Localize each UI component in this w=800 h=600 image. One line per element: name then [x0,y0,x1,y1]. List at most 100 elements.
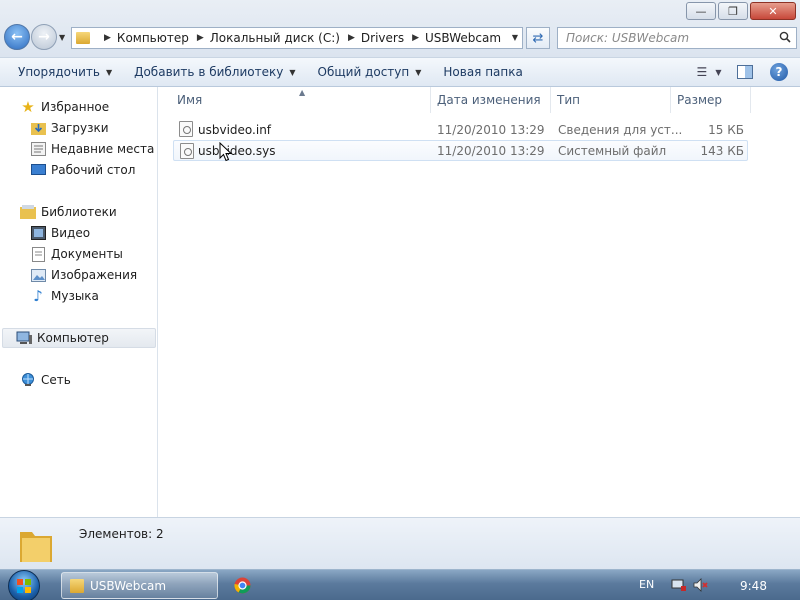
arrow-left-icon: ← [11,29,23,45]
sidebar-item-video[interactable]: Видео [30,223,90,243]
details-pane: Элементов: 2 [0,517,800,569]
help-button[interactable]: ? [770,63,788,81]
chrome-icon[interactable] [234,577,251,594]
sidebar-item-downloads[interactable]: Загрузки [30,118,109,138]
folder-icon [70,578,84,593]
share-button[interactable]: Общий доступ ▼ [310,58,430,86]
file-row[interactable]: usbvideo.inf 11/20/2010 13:29 Сведения д… [173,119,748,140]
chevron-right-icon[interactable]: ▶ [104,33,111,43]
sort-ascending-icon: ▲ [299,88,306,97]
back-button[interactable]: ← [4,24,30,50]
file-date: 11/20/2010 13:29 [437,122,545,137]
images-icon [30,267,46,283]
documents-icon [30,246,46,262]
new-folder-label: Новая папка [443,65,523,79]
sidebar-item-libraries[interactable]: Библиотеки [20,202,117,222]
sidebar-item-label: Компьютер [37,331,109,345]
organize-button[interactable]: Упорядочить ▼ [10,58,120,86]
start-button[interactable] [4,569,44,600]
chevron-right-icon[interactable]: ▶ [197,33,204,43]
preview-pane-button[interactable] [734,62,756,82]
sidebar-item-computer[interactable]: Компьютер [2,328,156,348]
address-dropdown-icon[interactable]: ▼ [512,33,518,42]
new-folder-button[interactable]: Новая папка [435,58,530,86]
sidebar-item-recent[interactable]: Недавние места [30,139,154,159]
preview-pane-icon [737,65,753,79]
address-bar[interactable]: ▶ Компьютер ▶ Локальный диск (C:) ▶ Driv… [71,27,523,49]
sidebar-item-desktop[interactable]: Рабочий стол [30,160,135,180]
desktop-icon [30,162,46,178]
file-type: Системный файл [558,143,667,158]
forward-button[interactable]: → [31,24,57,50]
sidebar-item-favorites[interactable]: ★ Избранное [20,97,109,117]
clock[interactable]: 9:48 [740,579,767,593]
organize-label: Упорядочить [18,65,100,79]
chevron-right-icon[interactable]: ▶ [348,33,355,43]
recent-places-icon [30,141,46,157]
share-label: Общий доступ [317,65,410,79]
sidebar-item-documents[interactable]: Документы [30,244,123,264]
folder-icon [20,532,52,562]
taskbar-explorer-button[interactable]: USBWebcam [61,572,218,599]
libraries-icon [20,204,36,220]
sidebar-item-label: Библиотеки [41,205,117,219]
taskbar: USBWebcam EN 9:48 [0,569,800,600]
column-header-type[interactable]: Тип [551,87,671,113]
sidebar-item-label: Избранное [41,100,110,114]
column-header-size[interactable]: Размер [671,87,751,113]
taskbar-button-label: USBWebcam [90,578,167,593]
downloads-folder-icon [30,120,46,136]
recent-pages-dropdown[interactable]: ▼ [59,33,65,42]
item-count: Элементов: 2 [79,527,164,541]
maximize-button[interactable]: ❐ [718,2,748,20]
window-controls: — ❐ ✕ [686,2,796,20]
breadcrumb: ▶ Компьютер ▶ Локальный диск (C:) ▶ Driv… [96,31,501,45]
refresh-button[interactable]: ⇄ [526,27,550,49]
title-bar: — ❐ ✕ ← → ▼ ▶ Компьютер ▶ Локальный диск… [0,0,800,58]
file-type: Сведения для уст... [558,122,683,137]
view-controls: ☰ ▼ ? [697,62,788,82]
search-icon[interactable] [779,31,791,43]
sidebar-item-label: Документы [51,247,123,261]
minimize-button[interactable]: — [686,2,716,20]
file-row[interactable]: usbvideo.sys 11/20/2010 13:29 Системный … [173,140,748,161]
breadcrumb-drivers[interactable]: Drivers [361,31,404,45]
search-input[interactable] [566,31,766,45]
breadcrumb-usbwebcam[interactable]: USBWebcam [425,31,501,45]
windows-logo-icon [8,569,40,600]
setup-info-file-icon [179,121,193,137]
volume-muted-icon[interactable] [693,577,709,593]
sidebar-item-label: Изображения [51,268,138,282]
breadcrumb-local-disk[interactable]: Локальный диск (C:) [210,31,340,45]
breadcrumb-computer[interactable]: Компьютер [117,31,189,45]
column-header-label: Имя [177,93,203,107]
sidebar-item-network[interactable]: Сеть [20,370,71,390]
column-header-date[interactable]: Дата изменения [431,87,551,113]
computer-icon [16,330,32,346]
sidebar-item-music[interactable]: ♪ Музыка [30,286,99,306]
column-header-name[interactable]: Имя ▲ [159,87,431,113]
mouse-cursor-icon [219,142,233,162]
language-indicator[interactable]: EN [639,578,654,591]
file-name: usbvideo.sys [198,143,276,158]
file-name: usbvideo.inf [198,122,272,137]
sidebar-item-images[interactable]: Изображения [30,265,137,285]
column-header-label: Тип [557,93,580,107]
change-view-button[interactable]: ☰ ▼ [697,62,722,82]
sidebar-item-label: Видео [51,226,91,240]
sidebar-item-label: Загрузки [51,121,109,135]
chevron-down-icon: ▼ [289,67,296,77]
arrow-right-icon: → [38,29,50,45]
refresh-icon: ⇄ [532,30,544,46]
search-box[interactable] [557,27,797,49]
add-to-library-button[interactable]: Добавить в библиотеку ▼ [126,58,303,86]
navigation-pane: ★ Избранное Загрузки Недавние места Рабо… [0,87,158,517]
star-icon: ★ [21,98,35,116]
file-size: 15 КБ [708,122,744,137]
chevron-right-icon[interactable]: ▶ [412,33,419,43]
close-button[interactable]: ✕ [750,2,796,20]
sidebar-item-label: Недавние места [51,142,155,156]
sidebar-item-label: Музыка [51,289,99,303]
system-file-icon [180,143,194,159]
network-status-icon[interactable] [671,577,687,593]
